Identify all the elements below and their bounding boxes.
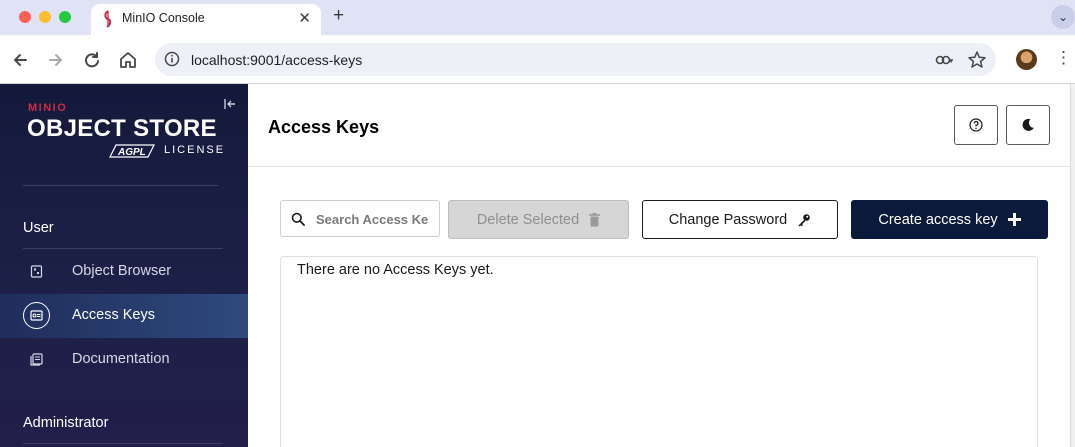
sidebar: MINIO OBJECT STORE AGPL LICENSE User Obj… [0,84,248,447]
delete-selected-label: Delete Selected [476,211,580,228]
sidebar-divider [23,443,223,444]
documentation-icon [23,346,50,373]
scrollbar-track[interactable] [1070,84,1075,447]
trash-icon [589,212,601,226]
agpl-logo-icon: AGPL [109,144,155,158]
tab-search-icon[interactable]: ⌄ [1051,5,1075,29]
sidebar-divider [23,185,218,186]
page-header: Access Keys [248,84,1070,167]
password-key-icon[interactable] [934,50,954,70]
page-title: Access Keys [268,117,380,137]
minio-favicon-icon [104,10,112,28]
sidebar-item-documentation[interactable]: Documentation [0,338,248,382]
change-password-label: Change Password [668,211,788,228]
home-icon[interactable] [117,49,139,71]
agpl-badge-text: AGPL [117,147,146,158]
delete-selected-button[interactable]: Delete Selected [448,200,629,239]
browser-tab-strip: MinIO Console ✕ + ⌄ [0,0,1075,35]
tab-title: MinIO Console [122,11,205,25]
empty-state-message: There are no Access Keys yet. [297,262,494,278]
browser-tab-active[interactable]: MinIO Console ✕ [91,4,321,35]
plus-icon [1007,213,1021,226]
browser-toolbar: localhost:9001/access-keys ⋮ [0,35,1075,84]
search-input[interactable] [316,209,428,229]
sidebar-item-label: Documentation [72,351,170,367]
collapse-sidebar-icon[interactable] [222,96,238,112]
help-button[interactable] [954,105,998,145]
forward-icon[interactable] [45,49,67,71]
object-browser-icon [23,258,50,285]
section-user-label: User [23,220,54,236]
logo-license: LICENSE [164,144,226,156]
window-minimize-button[interactable] [39,11,51,23]
help-icon [969,118,983,132]
address-bar[interactable]: localhost:9001/access-keys [155,43,996,76]
theme-toggle-button[interactable] [1006,105,1050,145]
create-access-key-button[interactable]: Create access key [851,200,1048,239]
bookmark-star-icon[interactable] [967,50,987,70]
sidebar-item-access-keys[interactable]: Access Keys [0,294,248,338]
access-keys-list: There are no Access Keys yet. [280,256,1038,447]
access-keys-icon [23,302,50,329]
sidebar-divider [23,248,223,249]
reload-icon[interactable] [81,49,103,71]
change-password-button[interactable]: Change Password [642,200,838,239]
section-administrator-label: Administrator [23,415,109,431]
url-text[interactable]: localhost:9001/access-keys [191,52,362,68]
site-info-icon[interactable] [164,51,180,67]
key-icon [798,213,811,226]
profile-avatar[interactable] [1016,49,1037,70]
sidebar-item-label: Object Browser [72,263,172,279]
logo-brand: MINIO [28,102,68,114]
back-icon[interactable] [9,49,31,71]
window-zoom-button[interactable] [59,11,71,23]
logo-product: OBJECT STORE [27,115,217,142]
new-tab-button[interactable]: + [333,5,344,27]
more-menu-icon[interactable]: ⋮ [1055,48,1072,68]
main-content: Access Keys Delete Select [248,84,1075,447]
dark-mode-icon [1022,118,1034,131]
sidebar-item-label: Access Keys [72,307,155,323]
tab-close-icon[interactable]: ✕ [298,9,311,27]
window-close-button[interactable] [19,11,31,23]
create-access-key-label: Create access key [878,211,998,228]
search-icon [291,212,305,226]
search-box[interactable] [280,200,440,237]
sidebar-item-object-browser[interactable]: Object Browser [0,250,248,294]
